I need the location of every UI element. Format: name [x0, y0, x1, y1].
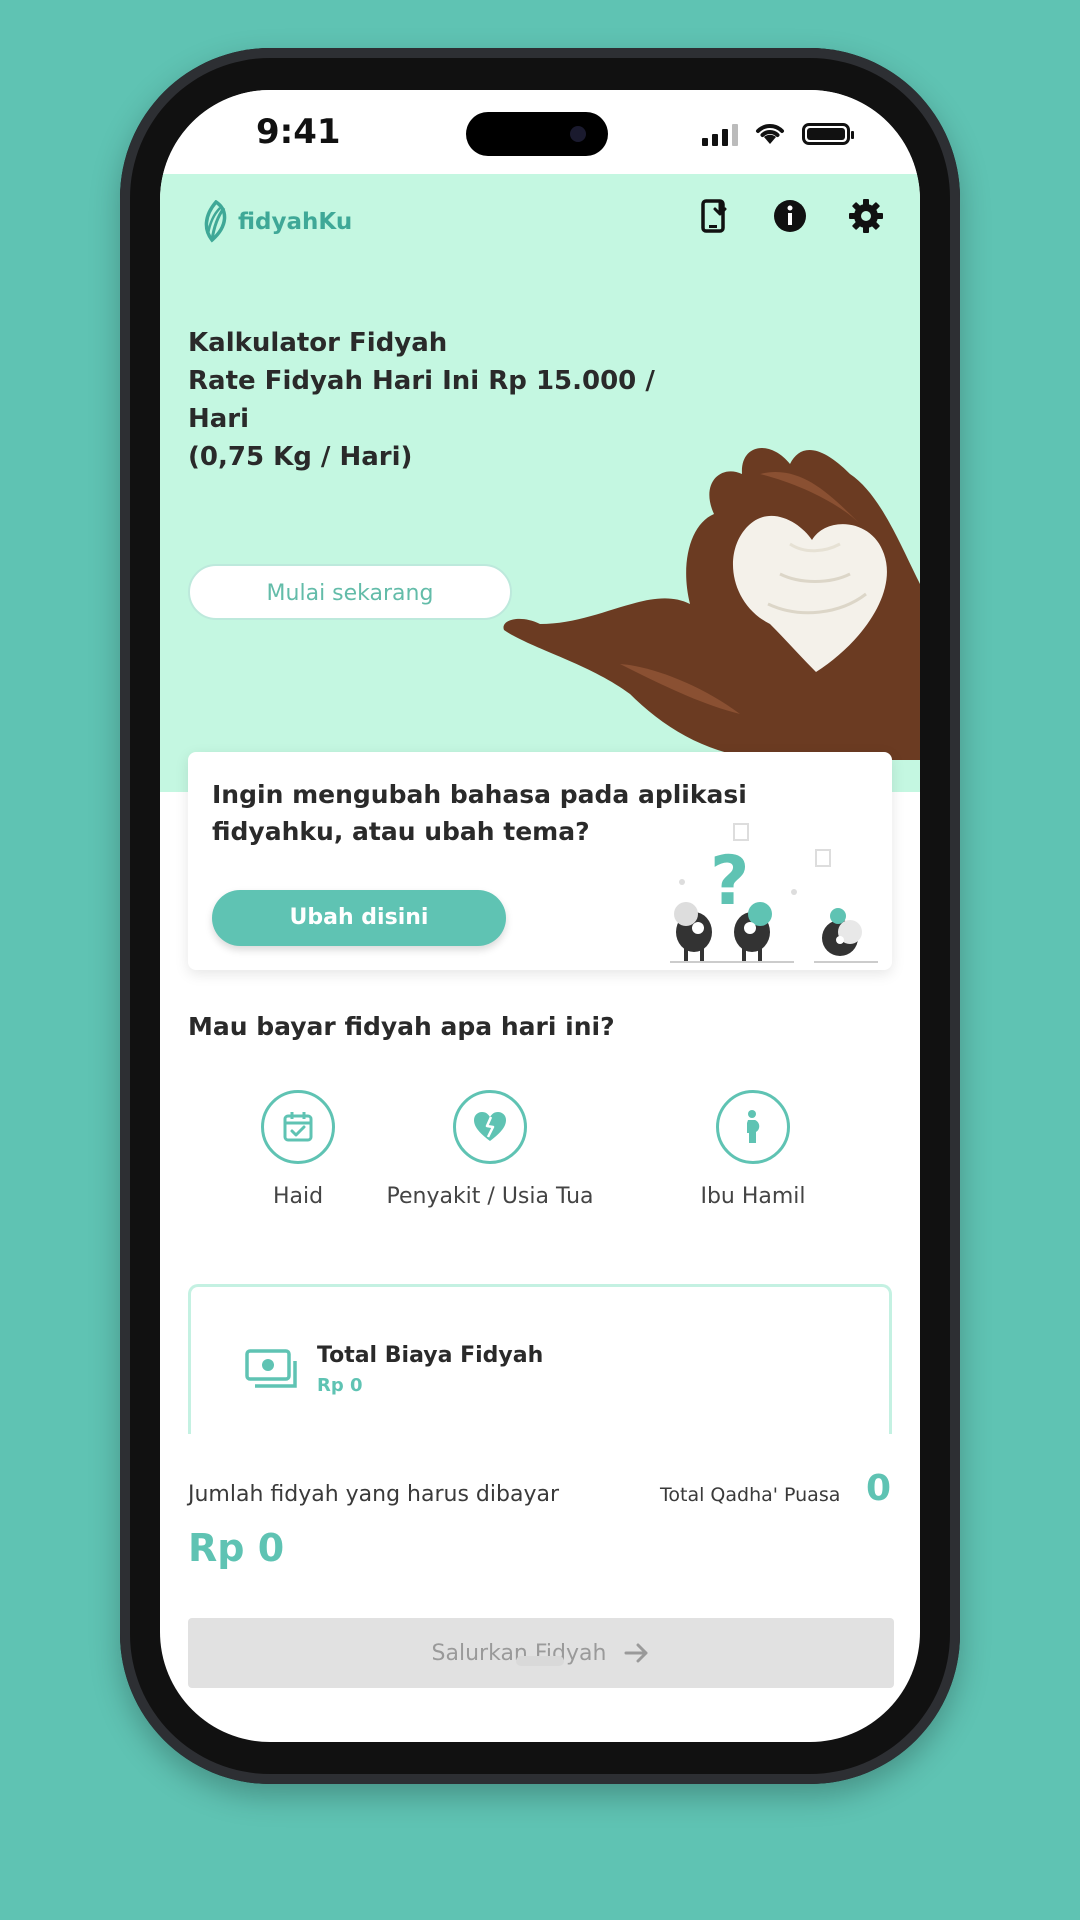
calendar-check-icon	[283, 1112, 313, 1142]
status-time: 9:41	[256, 112, 341, 152]
category-haid[interactable]: Haid	[236, 1090, 360, 1209]
qadha-total-value: 0	[866, 1468, 892, 1509]
logo-text: fidyahKu	[238, 209, 353, 235]
header-actions	[696, 198, 884, 234]
leaf-logo-icon	[204, 200, 227, 243]
category-icon-circle	[716, 1090, 790, 1164]
category-icon-circle	[261, 1090, 335, 1164]
status-bar: 9:41	[160, 90, 920, 174]
amount-due-value: Rp 0	[188, 1526, 285, 1570]
category-label: Penyakit / Usia Tua	[386, 1184, 594, 1209]
svg-text:?: ?	[710, 842, 749, 921]
category-penyakit-usia-tua[interactable]: Penyakit / Usia Tua	[360, 1090, 620, 1209]
hero-banner: fidyahKu Kalkulator Fidyah Rate Fidyah H…	[160, 174, 920, 792]
category-label: Haid	[272, 1184, 324, 1209]
pregnant-woman-icon	[747, 1110, 760, 1143]
info-icon[interactable]	[772, 198, 808, 234]
category-ibu-hamil[interactable]: Ibu Hamil	[680, 1090, 826, 1209]
category-label: Ibu Hamil	[700, 1184, 806, 1209]
battery-icon	[802, 123, 854, 145]
start-button[interactable]: Mulai sekarang	[188, 564, 512, 620]
dynamic-island	[466, 112, 608, 156]
language-theme-card: Ingin mengubah bahasa pada aplikasi fidy…	[188, 752, 892, 970]
total-cost-title: Total Biaya Fidyah	[317, 1343, 544, 1368]
total-cost-card: Total Biaya Fidyah Rp 0	[188, 1284, 892, 1434]
arrow-right-icon	[624, 1643, 648, 1663]
total-cost-value: Rp 0	[317, 1375, 363, 1396]
change-settings-button[interactable]: Ubah disini	[212, 890, 506, 946]
signal-icon	[702, 122, 738, 146]
payment-type-question: Mau bayar fidyah apa hari ini?	[188, 1012, 615, 1041]
distribute-fidyah-button[interactable]: Salurkan Fidyah	[188, 1618, 894, 1688]
confused-characters-illustration: ?	[670, 823, 878, 963]
qadha-total-label: Total Qadha' Puasa	[660, 1484, 841, 1506]
broken-heart-icon	[474, 1112, 506, 1141]
gear-icon[interactable]	[848, 198, 884, 234]
app-screen: 9:41 fidyahKu Kalkulator Fidyah Rate Fid…	[160, 90, 920, 1742]
status-icons	[702, 118, 854, 150]
app-logo: fidyahKu	[198, 200, 352, 244]
hero-rate-line: Rate Fidyah Hari Ini Rp 15.000 / Hari	[188, 366, 655, 434]
phone-download-icon[interactable]	[696, 198, 732, 234]
home-indicator[interactable]	[516, 1656, 564, 1666]
wifi-icon	[756, 124, 784, 144]
hero-title: Kalkulator Fidyah	[188, 328, 448, 358]
category-icon-circle	[453, 1090, 527, 1164]
money-icon	[245, 1349, 297, 1388]
amount-due-label: Jumlah fidyah yang harus dibayar	[188, 1482, 559, 1507]
rice-hands-image	[503, 447, 920, 760]
